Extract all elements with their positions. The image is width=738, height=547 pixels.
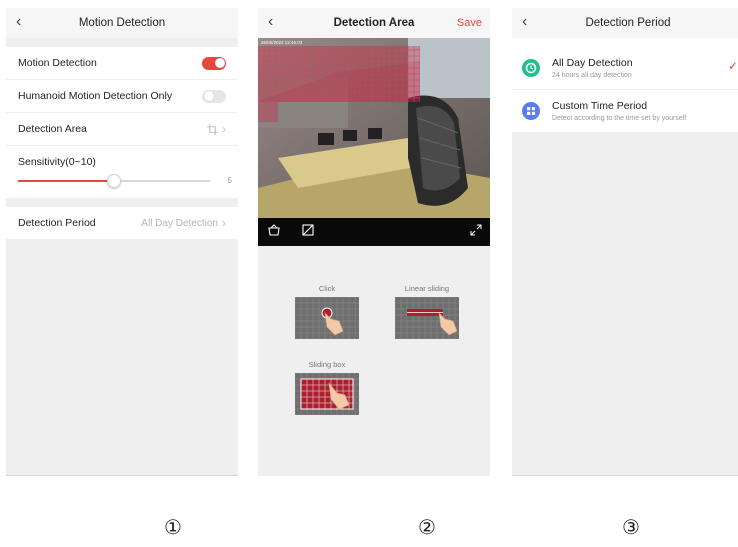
nav-bar: ‹ Detection Period xyxy=(512,8,738,38)
click-guide-image xyxy=(295,297,359,339)
nav-bar: ‹ Motion Detection xyxy=(6,8,238,38)
fullscreen-icon[interactable] xyxy=(470,223,482,239)
camera-toolbar xyxy=(258,218,490,246)
guide-label-linear: Linear sliding xyxy=(404,284,450,293)
crop-icon xyxy=(207,123,218,135)
sensitivity-value: 5 xyxy=(227,176,232,185)
page-title: Motion Detection xyxy=(78,17,166,29)
camera-image xyxy=(258,38,490,218)
motion-detection-row: Motion Detection xyxy=(6,47,238,80)
option-all-day[interactable]: All Day Detection 24 hours all day detec… xyxy=(512,47,738,90)
detection-period-screen: ‹ Detection Period All Day Detection 24 … xyxy=(512,8,738,476)
detection-period-label: Detection Period xyxy=(18,217,96,229)
back-button[interactable]: ‹ xyxy=(16,12,21,32)
page-title: Detection Area xyxy=(333,17,415,29)
guide-label-click: Click xyxy=(318,284,336,293)
option-subtitle: 24 hours all day detection xyxy=(552,72,632,79)
motion-detection-label: Motion Detection xyxy=(18,57,97,69)
guide-label-box: Sliding box xyxy=(308,360,346,369)
option-custom-time[interactable]: Custom Time Period Detect according to t… xyxy=(512,90,738,133)
detection-area-label: Detection Area xyxy=(18,123,87,135)
save-button[interactable]: Save xyxy=(457,17,482,29)
caption-2: ② xyxy=(418,517,436,539)
back-button[interactable]: ‹ xyxy=(522,12,527,32)
basket-icon[interactable] xyxy=(267,223,281,240)
caption-1: ① xyxy=(164,517,182,539)
camera-preview[interactable]: 26/05/2022 12:46:03 xyxy=(258,38,490,218)
clock-icon xyxy=(522,59,540,77)
gesture-guide: Click Linear sliding Sliding box xyxy=(258,246,490,476)
erase-icon[interactable] xyxy=(301,223,315,240)
motion-detection-screen: ‹ Motion Detection Motion Detection Huma… xyxy=(6,8,238,476)
detection-area-screen: ‹ Detection Area Save 26/05/2022 12:46:0… xyxy=(258,8,490,476)
sensitivity-slider[interactable] xyxy=(18,174,210,188)
checkmark-icon: ✓ xyxy=(727,59,738,73)
chevron-right-icon: › xyxy=(222,216,226,230)
sensitivity-section: Sensitivity(0~10) 5 xyxy=(6,146,238,198)
back-button[interactable]: ‹ xyxy=(268,12,273,32)
sensitivity-fill xyxy=(18,180,114,182)
linear-sliding-guide-image xyxy=(395,297,459,339)
option-subtitle: Detect according to the time set by your… xyxy=(552,115,687,122)
divider xyxy=(512,475,738,476)
chevron-right-icon: › xyxy=(222,122,226,136)
detection-period-value: All Day Detection xyxy=(141,217,218,229)
sensitivity-label: Sensitivity(0~10) xyxy=(18,156,96,168)
humanoid-detection-label: Humanoid Motion Detection Only xyxy=(18,90,173,102)
motion-detection-toggle[interactable] xyxy=(202,56,226,70)
option-title: Custom Time Period xyxy=(552,100,648,112)
divider xyxy=(6,475,238,476)
page-title: Detection Period xyxy=(585,17,671,29)
detection-area-row[interactable]: Detection Area › xyxy=(6,113,238,146)
humanoid-detection-row: Humanoid Motion Detection Only xyxy=(6,80,238,113)
sliding-box-guide-image xyxy=(295,373,359,415)
nav-bar: ‹ Detection Area Save xyxy=(258,8,490,38)
option-title: All Day Detection xyxy=(552,57,633,69)
detection-period-row[interactable]: Detection Period All Day Detection › xyxy=(6,207,238,240)
camera-timestamp: 26/05/2022 12:46:03 xyxy=(261,40,303,45)
sensitivity-thumb[interactable] xyxy=(107,174,121,188)
grid-icon xyxy=(522,102,540,120)
humanoid-detection-toggle[interactable] xyxy=(202,89,226,103)
caption-3: ③ xyxy=(622,517,640,539)
